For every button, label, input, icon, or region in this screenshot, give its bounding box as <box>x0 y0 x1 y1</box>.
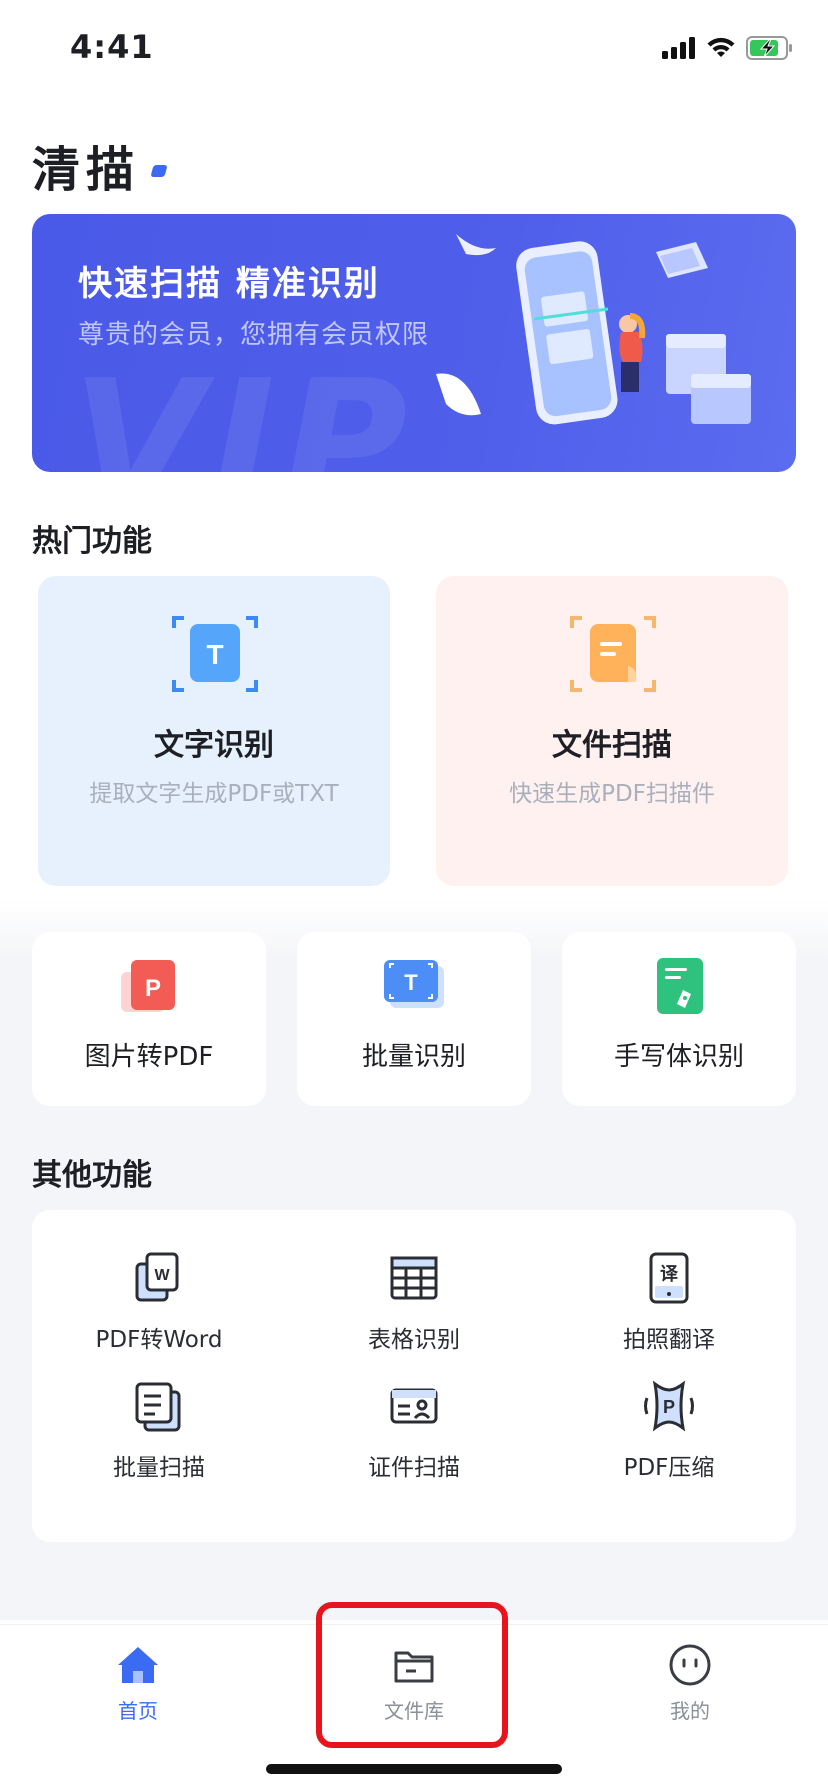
text-recognition-title: 文字识别 <box>154 728 274 763</box>
file-scan-desc: 快速生成PDF扫描件 <box>509 781 715 807</box>
tab-mine[interactable]: 我的 <box>552 1625 828 1745</box>
vip-banner[interactable]: VIP 快速扫描 精准识别 尊贵的会员，您拥有会员权限 <box>32 214 796 472</box>
pdf-to-word-item[interactable]: W PDF转Word <box>32 1250 286 1354</box>
image-to-pdf-label: 图片转PDF <box>84 1042 214 1072</box>
file-scan-title: 文件扫描 <box>552 728 672 763</box>
pdf-to-word-label: PDF转Word <box>95 1327 223 1353</box>
table-recognition-item[interactable]: 表格识别 <box>287 1250 541 1354</box>
svg-text:P: P <box>145 975 161 1002</box>
handwriting-recognition-label: 手写体识别 <box>613 1042 744 1072</box>
word-doc-icon: W <box>135 1252 179 1302</box>
tab-home[interactable]: 首页 <box>0 1625 276 1745</box>
highlight-annotation-box <box>316 1602 508 1748</box>
text-recognition-icon: T <box>172 616 258 692</box>
status-icons <box>662 36 794 60</box>
other-functions-panel: W PDF转Word 表格识别 译 拍照翻译 批量扫描 证件扫描 P PDF压缩 <box>32 1210 796 1542</box>
svg-text:T: T <box>404 970 418 995</box>
photo-translate-item[interactable]: 译 拍照翻译 <box>542 1250 796 1354</box>
pdf-compress-label: PDF压缩 <box>623 1455 715 1481</box>
profile-face-icon <box>669 1644 711 1686</box>
translate-icon: 译 <box>649 1252 689 1304</box>
batch-scan-label: 批量扫描 <box>113 1455 205 1481</box>
batch-scan-item[interactable]: 批量扫描 <box>32 1378 286 1482</box>
app-title-dot <box>150 165 168 177</box>
svg-text:W: W <box>154 1267 170 1284</box>
photo-translate-label: 拍照翻译 <box>623 1327 715 1353</box>
image-to-pdf-card[interactable]: P 图片转PDF <box>32 932 266 1106</box>
id-scan-label: 证件扫描 <box>368 1455 460 1481</box>
other-section-title: 其他功能 <box>32 1158 152 1193</box>
text-recognition-card[interactable]: T 文字识别 提取文字生成PDF或TXT <box>38 576 390 886</box>
banner-subtitle: 尊贵的会员，您拥有会员权限 <box>78 320 430 350</box>
table-icon <box>390 1256 438 1300</box>
handwriting-recognition-card[interactable]: 手写体识别 <box>562 932 796 1106</box>
home-indicator <box>266 1764 562 1774</box>
svg-text:译: 译 <box>660 1264 679 1285</box>
file-scan-icon <box>570 616 656 692</box>
status-time: 4:41 <box>70 28 154 66</box>
pdf-file-icon: P <box>121 960 175 1012</box>
tab-home-label: 首页 <box>118 1699 158 1723</box>
banner-title: 快速扫描 精准识别 <box>78 264 380 304</box>
batch-text-icon: T <box>384 960 444 1008</box>
batch-recognition-label: 批量识别 <box>361 1042 466 1072</box>
pdf-compress-icon: P <box>644 1380 694 1432</box>
table-recognition-label: 表格识别 <box>368 1327 460 1353</box>
handwriting-pen-icon <box>657 958 703 1014</box>
banner-illustration <box>436 234 751 425</box>
id-scan-item[interactable]: 证件扫描 <box>287 1378 541 1482</box>
banner-watermark: VIP <box>72 344 416 472</box>
pdf-compress-item[interactable]: P PDF压缩 <box>542 1378 796 1482</box>
tab-mine-label: 我的 <box>670 1699 710 1723</box>
id-card-icon <box>390 1388 438 1424</box>
file-scan-card[interactable]: 文件扫描 快速生成PDF扫描件 <box>436 576 788 886</box>
text-recognition-desc: 提取文字生成PDF或TXT <box>89 781 339 807</box>
svg-text:P: P <box>663 1397 675 1417</box>
cellular-signal-icon <box>662 37 695 59</box>
status-bar: 4:41 <box>0 0 828 100</box>
batch-recognition-card[interactable]: T 批量识别 <box>297 932 531 1106</box>
home-icon <box>118 1647 158 1683</box>
wifi-icon <box>707 37 735 57</box>
batch-scan-icon <box>135 1382 181 1432</box>
svg-text:T: T <box>206 639 223 670</box>
battery-charging-icon <box>746 36 792 60</box>
hot-section-title: 热门功能 <box>32 524 152 559</box>
app-title: 清描 <box>32 142 141 198</box>
